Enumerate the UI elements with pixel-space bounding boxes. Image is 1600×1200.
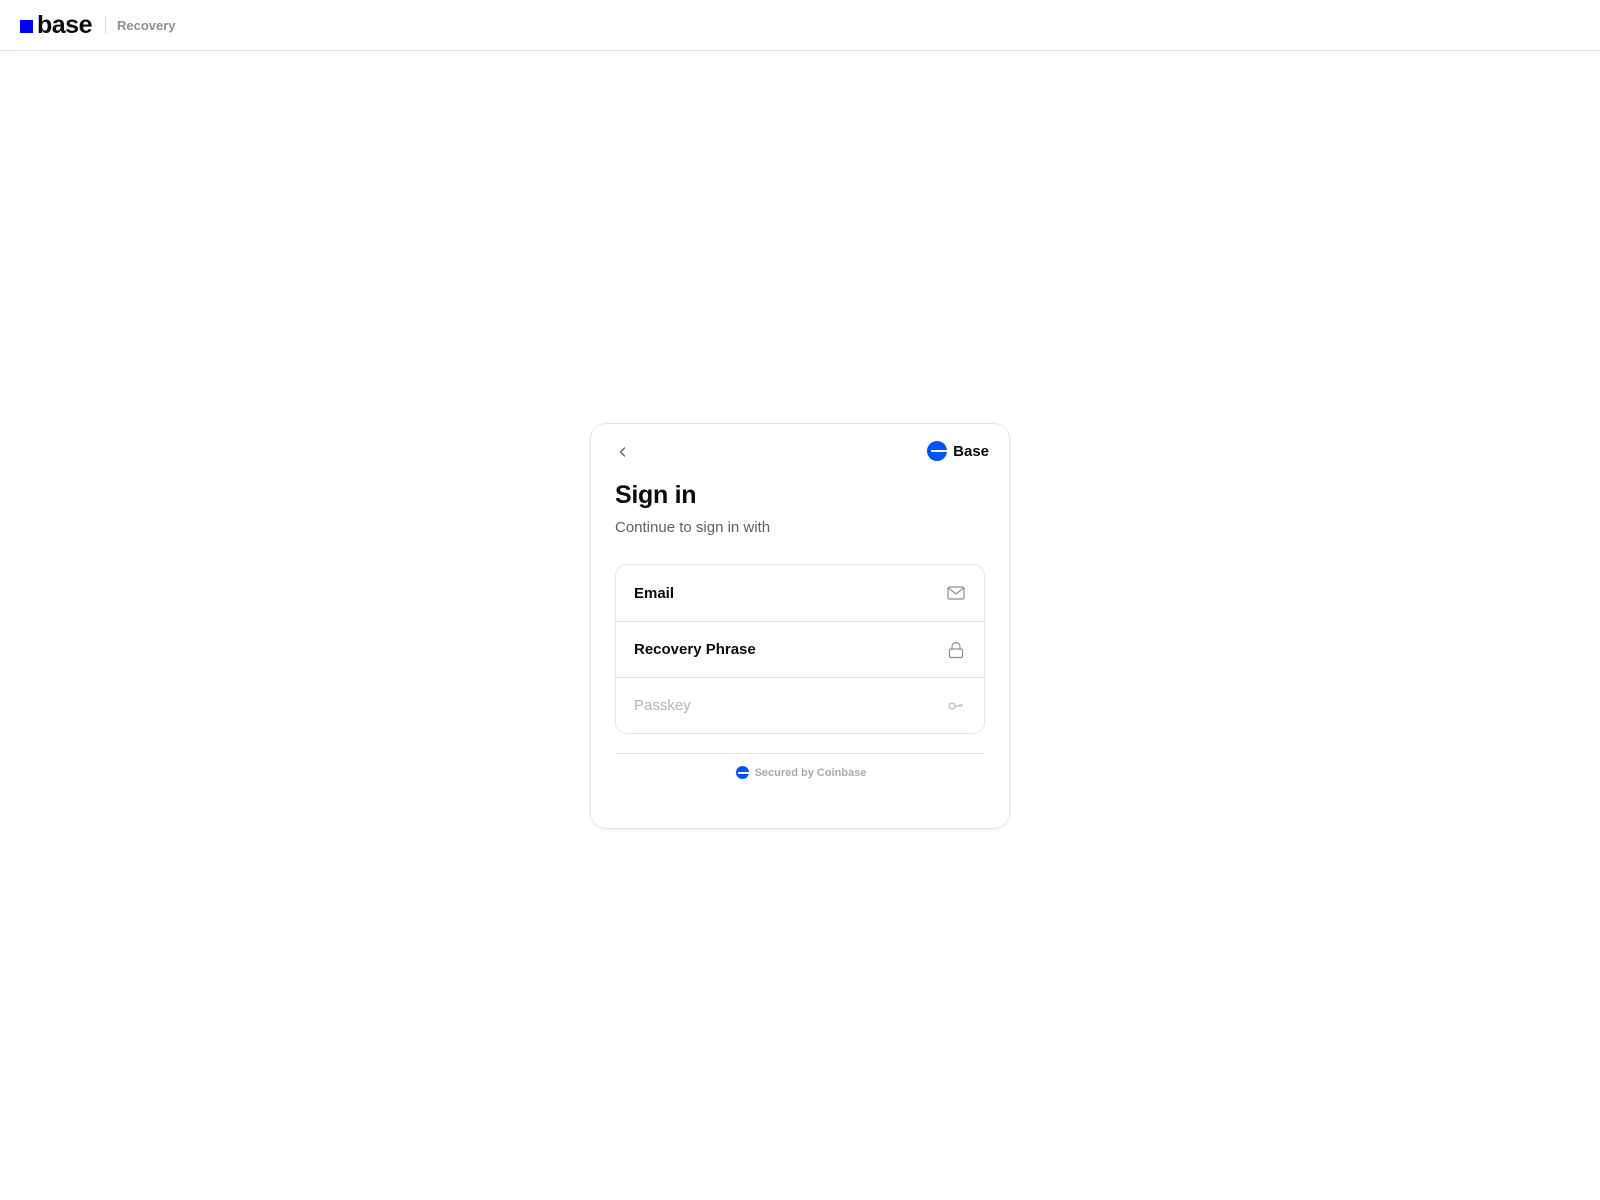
sign-in-card: Base Sign in Continue to sign in with Em… — [590, 423, 1010, 829]
coinbase-logo-icon — [735, 766, 749, 779]
passkey-option: Passkey — [616, 677, 984, 733]
base-logo[interactable]: base — [20, 10, 92, 39]
mail-icon — [946, 583, 966, 603]
secured-by-footer: Secured by Coinbase — [591, 766, 1011, 779]
brand-badge: Base — [927, 441, 989, 461]
footer-divider — [615, 753, 985, 754]
logo-wordmark: base — [37, 10, 92, 39]
secured-by-text: Secured by Coinbase — [754, 766, 867, 779]
option-label-email: Email — [634, 584, 675, 602]
base-logo-icon — [927, 441, 948, 461]
lock-icon — [946, 640, 966, 660]
back-button[interactable] — [611, 440, 635, 464]
logo-square-icon — [20, 20, 33, 33]
chevron-left-icon — [619, 447, 626, 457]
sign-in-options: Email Recovery Phrase Passkey — [615, 564, 985, 734]
brand-name: Base — [953, 442, 989, 460]
section-label: Recovery — [116, 17, 176, 33]
page-title: Sign in — [615, 481, 697, 509]
page-subtitle: Continue to sign in with — [615, 519, 771, 536]
recovery-phrase-option[interactable]: Recovery Phrase — [616, 621, 984, 677]
key-icon — [946, 696, 966, 716]
option-label-recovery-phrase: Recovery Phrase — [634, 641, 756, 658]
email-option[interactable]: Email — [616, 565, 984, 621]
header-divider — [104, 16, 106, 34]
option-label-passkey: Passkey — [634, 697, 691, 714]
top-bar: base Recovery — [0, 0, 1600, 51]
